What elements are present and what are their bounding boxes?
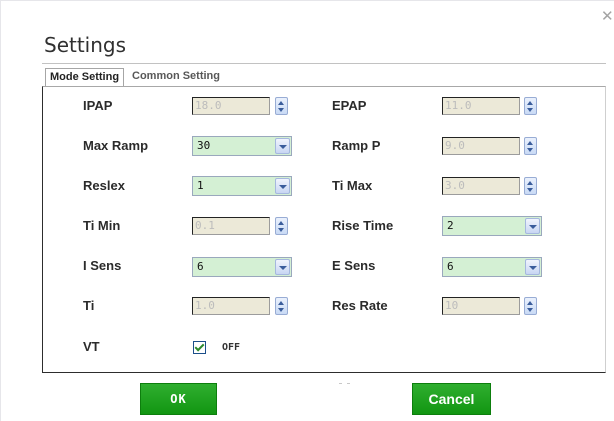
spin-down-icon [278, 108, 284, 112]
ipap-spinner[interactable] [275, 97, 288, 115]
vt-checkbox[interactable] [193, 341, 206, 354]
chevron-down-icon[interactable] [275, 259, 290, 275]
max-ramp-value: 30 [197, 139, 211, 152]
spin-down-icon [527, 188, 533, 192]
max-ramp-select[interactable]: 30 [192, 136, 292, 156]
ti-max-input[interactable]: 3.0 [442, 177, 520, 195]
ramp-p-input[interactable]: 9.0 [442, 137, 520, 155]
ramp-p-label: Ramp P [332, 138, 381, 153]
vt-state-text: OFF [222, 342, 241, 353]
rise-time-select[interactable]: 2 [442, 216, 542, 236]
ti-min-input[interactable]: 0.1 [192, 217, 270, 235]
spin-down-icon [527, 308, 533, 312]
e-sens-value: 6 [447, 260, 454, 273]
ipap-label: IPAP [83, 98, 113, 113]
reslex-select[interactable]: 1 [192, 176, 292, 196]
spin-up-icon [527, 141, 533, 145]
ti-min-spinner[interactable] [275, 217, 288, 235]
cancel-button[interactable]: Cancel [412, 383, 491, 415]
dialog-frame-top [0, 0, 614, 1]
spin-down-icon [278, 228, 284, 232]
tab-bar-divider [42, 63, 606, 64]
ipap-input[interactable]: 18.0 [192, 97, 270, 115]
ok-button[interactable]: OK [140, 383, 217, 415]
ti-max-spinner[interactable] [524, 177, 537, 195]
ti-min-label: Ti Min [83, 218, 121, 233]
close-icon[interactable]: ✕ [601, 9, 614, 24]
chevron-down-icon[interactable] [525, 218, 540, 234]
i-sens-label: I Sens [83, 258, 122, 273]
divider-dot [339, 383, 342, 384]
e-sens-label: E Sens [332, 258, 376, 273]
ti-label: Ti [83, 298, 95, 313]
res-rate-label: Res Rate [332, 298, 388, 313]
epap-label: EPAP [332, 98, 367, 113]
spin-up-icon [527, 101, 533, 105]
res-rate-input[interactable]: 10 [442, 297, 520, 315]
spin-down-icon [527, 108, 533, 112]
spin-up-icon [527, 301, 533, 305]
i-sens-value: 6 [197, 260, 204, 273]
rise-time-value: 2 [447, 219, 454, 232]
ti-input[interactable]: 1.0 [192, 297, 270, 315]
epap-spinner[interactable] [524, 97, 537, 115]
ti-spinner[interactable] [275, 297, 288, 315]
res-rate-spinner[interactable] [524, 297, 537, 315]
tab-mode-setting[interactable]: Mode Setting [45, 68, 125, 86]
ti-max-label: Ti Max [332, 178, 373, 193]
vt-label: VT [83, 339, 100, 354]
dialog-title: Settings [44, 33, 127, 57]
max-ramp-label: Max Ramp [83, 138, 149, 153]
spin-down-icon [278, 308, 284, 312]
spin-up-icon [278, 301, 284, 305]
i-sens-select[interactable]: 6 [192, 257, 292, 277]
epap-input[interactable]: 11.0 [442, 97, 520, 115]
divider-dot [347, 383, 350, 384]
reslex-value: 1 [197, 179, 204, 192]
dialog-frame-left [0, 0, 1, 421]
e-sens-select[interactable]: 6 [442, 257, 542, 277]
chevron-down-icon[interactable] [275, 178, 290, 194]
spin-up-icon [278, 221, 284, 225]
ramp-p-spinner[interactable] [524, 137, 537, 155]
rise-time-label: Rise Time [332, 218, 394, 233]
spin-up-icon [278, 101, 284, 105]
tab-common-setting[interactable]: Common Setting [128, 68, 224, 85]
spin-down-icon [527, 148, 533, 152]
chevron-down-icon[interactable] [525, 259, 540, 275]
spin-up-icon [527, 181, 533, 185]
chevron-down-icon[interactable] [275, 138, 290, 154]
reslex-label: Reslex [83, 178, 125, 193]
